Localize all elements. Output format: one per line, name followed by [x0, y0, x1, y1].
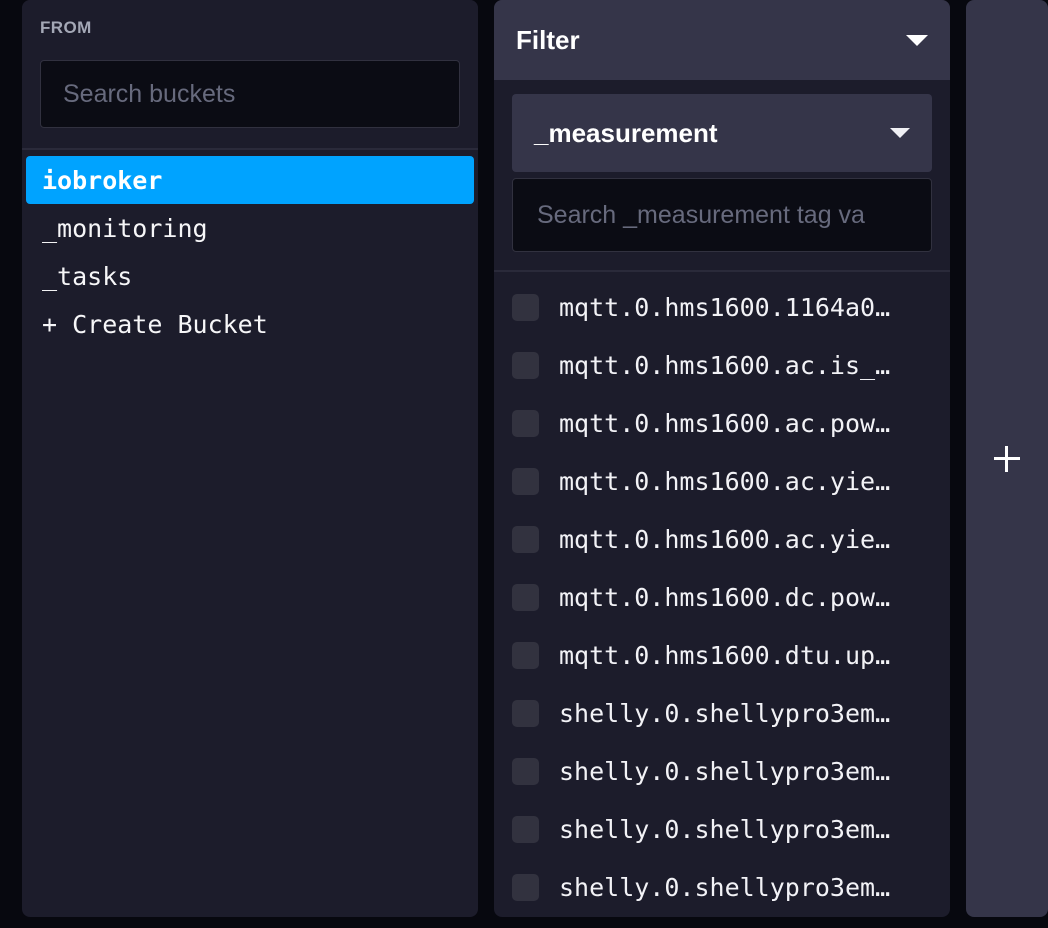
measurement-list-item[interactable]: mqtt.0.hms1600.ac.pow…: [494, 394, 950, 452]
add-card-button[interactable]: [966, 0, 1048, 917]
measurement-label: shelly.0.shellypro3em…: [559, 872, 891, 902]
measurement-list-item[interactable]: mqtt.0.hms1600.ac.is_…: [494, 336, 950, 394]
plus-icon: [994, 445, 1020, 472]
measurement-list-item[interactable]: mqtt.0.hms1600.dtu.up…: [494, 626, 950, 684]
bucket-item-label: iobroker: [42, 165, 163, 195]
measurement-checkbox[interactable]: [512, 409, 539, 437]
measurement-list-item[interactable]: mqtt.0.hms1600.ac.yie…: [494, 452, 950, 510]
bucket-search-placeholder: Search buckets: [63, 79, 236, 108]
bucket-search-input[interactable]: Search buckets: [40, 60, 460, 128]
measurement-list-item[interactable]: shelly.0.shellypro3em…: [494, 800, 950, 858]
measurement-label: mqtt.0.hms1600.ac.pow…: [559, 408, 891, 438]
create-bucket-button[interactable]: + Create Bucket: [26, 300, 474, 348]
tag-value-search-input[interactable]: Search _measurement tag va: [512, 178, 932, 252]
bucket-item[interactable]: iobroker: [26, 156, 474, 204]
measurement-label: shelly.0.shellypro3em…: [559, 698, 891, 728]
from-panel-header: FROM Search buckets: [22, 0, 478, 148]
measurement-list-item[interactable]: mqtt.0.hms1600.1164a0…: [494, 278, 950, 336]
measurement-checkbox[interactable]: [512, 815, 539, 843]
measurement-checkbox[interactable]: [512, 757, 539, 785]
measurement-checkbox[interactable]: [512, 525, 539, 553]
measurement-list-item[interactable]: shelly.0.shellypro3em…: [494, 858, 950, 916]
from-panel: FROM Search buckets iobroker _monitoring _…: [22, 0, 478, 917]
measurement-label: mqtt.0.hms1600.1164a0…: [559, 292, 891, 322]
bucket-item-label: _tasks: [42, 261, 133, 291]
create-bucket-label: + Create Bucket: [42, 309, 268, 339]
bucket-item[interactable]: _monitoring: [26, 204, 474, 252]
measurement-label: shelly.0.shellypro3em…: [559, 756, 891, 786]
filter-controls: _measurement Search _measurement tag va: [494, 80, 950, 270]
tag-key-dropdown[interactable]: _measurement: [512, 94, 932, 172]
measurement-label: mqtt.0.hms1600.dc.pow…: [559, 582, 891, 612]
measurement-checkbox[interactable]: [512, 699, 539, 727]
measurement-list-item[interactable]: mqtt.0.hms1600.dc.pow…: [494, 568, 950, 626]
measurement-label: mqtt.0.hms1600.dtu.up…: [559, 640, 891, 670]
chevron-down-icon[interactable]: [890, 128, 910, 138]
filter-panel: Filter _measurement Search _measurement …: [494, 0, 950, 917]
filter-panel-title: Filter: [516, 24, 580, 55]
measurement-list-item[interactable]: shelly.0.shellypro3em…: [494, 742, 950, 800]
tag-key-dropdown-value: _measurement: [534, 117, 718, 148]
measurement-checkbox[interactable]: [512, 641, 539, 669]
bucket-list: iobroker _monitoring _tasks + Create Bucket: [22, 150, 478, 917]
measurement-checkbox[interactable]: [512, 351, 539, 379]
bucket-item[interactable]: _tasks: [26, 252, 474, 300]
query-builder-workspace: FROM Search buckets iobroker _monitoring _…: [0, 0, 1048, 928]
measurement-checkbox[interactable]: [512, 467, 539, 495]
measurement-label: mqtt.0.hms1600.ac.yie…: [559, 466, 891, 496]
measurement-list: mqtt.0.hms1600.1164a0… mqtt.0.hms1600.ac.…: [494, 272, 950, 917]
from-panel-title: FROM: [40, 18, 92, 37]
caret-down-icon[interactable]: [906, 34, 928, 46]
bucket-item-label: _monitoring: [42, 213, 208, 243]
measurement-label: mqtt.0.hms1600.ac.is_…: [559, 350, 891, 380]
measurement-checkbox[interactable]: [512, 583, 539, 611]
measurement-list-item[interactable]: shelly.0.shellypro3em…: [494, 684, 950, 742]
tag-value-search-placeholder: Search _measurement tag va: [537, 200, 865, 229]
measurement-checkbox[interactable]: [512, 293, 539, 321]
measurement-checkbox[interactable]: [512, 873, 539, 901]
filter-panel-header[interactable]: Filter: [494, 0, 950, 80]
measurement-label: shelly.0.shellypro3em…: [559, 814, 891, 844]
measurement-label: mqtt.0.hms1600.ac.yie…: [559, 524, 891, 554]
measurement-list-item[interactable]: mqtt.0.hms1600.ac.yie…: [494, 510, 950, 568]
